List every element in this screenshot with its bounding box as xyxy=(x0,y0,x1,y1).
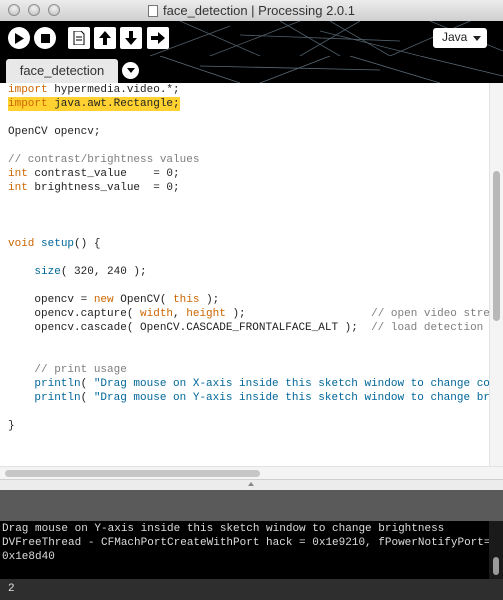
document-icon xyxy=(148,5,158,17)
console-scrollbar[interactable] xyxy=(489,521,503,579)
code-line: // print usage xyxy=(8,364,127,376)
resize-grip-icon xyxy=(248,482,254,486)
window-title-bar[interactable]: face_detection | Processing 2.0.1 xyxy=(0,0,503,22)
code-line: void setup() { xyxy=(8,238,101,250)
play-icon xyxy=(15,32,24,44)
code-line: opencv.cascade( OpenCV.CASCADE_FRONTALFA… xyxy=(8,322,484,334)
stop-icon xyxy=(40,33,50,43)
console-line: 0x1e8d40 xyxy=(2,551,55,563)
console[interactable]: Drag mouse on Y-axis inside this sketch … xyxy=(0,521,503,579)
console-scroll-thumb[interactable] xyxy=(493,557,499,575)
window-title-container: face_detection | Processing 2.0.1 xyxy=(0,3,503,18)
editor-horizontal-scrollbar[interactable] xyxy=(0,466,503,479)
code-line: import hypermedia.video.*; xyxy=(8,84,180,96)
code-line: int contrast_value = 0; xyxy=(8,168,180,180)
new-button[interactable] xyxy=(68,27,90,49)
message-area xyxy=(0,490,503,521)
chevron-down-icon xyxy=(126,68,135,73)
new-document-icon xyxy=(73,31,85,45)
save-button[interactable] xyxy=(120,27,142,49)
code-line-highlighted: import java.awt.Rectangle; xyxy=(8,97,180,111)
tab-menu-button[interactable] xyxy=(122,62,139,79)
code-line: OpenCV opencv; xyxy=(8,126,101,138)
code-line: println( "Drag mouse on Y-axis inside th… xyxy=(34,392,489,404)
arrow-up-icon xyxy=(99,31,111,45)
mode-selector[interactable]: Java xyxy=(433,28,487,48)
console-line: DVFreeThread - CFMachPortCreateWithPort … xyxy=(2,537,491,549)
window-title: face_detection | Processing 2.0.1 xyxy=(163,3,355,18)
toolbar: Java xyxy=(0,21,503,56)
tab-face-detection[interactable]: face_detection xyxy=(6,59,118,83)
console-split-handle[interactable] xyxy=(0,479,503,490)
code-line: println( "Drag mouse on X-axis inside th… xyxy=(34,378,489,390)
open-button[interactable] xyxy=(94,27,116,49)
console-line: Drag mouse on Y-axis inside this sketch … xyxy=(2,523,445,535)
chevron-down-icon xyxy=(473,36,481,41)
status-bar: 2 xyxy=(0,579,503,600)
editor-vertical-scroll-thumb[interactable] xyxy=(493,171,500,321)
export-button[interactable] xyxy=(147,27,169,49)
stop-button[interactable] xyxy=(34,27,56,49)
code-line: int brightness_value = 0; xyxy=(8,182,180,194)
code-editor[interactable]: import hypermedia.video.*; import java.a… xyxy=(0,83,503,466)
code-line: size( 320, 240 ); xyxy=(34,266,147,278)
tab-bar: face_detection xyxy=(0,56,503,83)
mode-label: Java xyxy=(442,30,468,44)
code-line: } xyxy=(8,420,15,432)
editor-horizontal-scroll-thumb[interactable] xyxy=(5,470,260,477)
run-button[interactable] xyxy=(8,27,30,49)
editor-vertical-scrollbar[interactable] xyxy=(489,83,503,466)
export-arrow-icon xyxy=(151,32,165,44)
line-number: 2 xyxy=(8,583,15,595)
arrow-down-icon xyxy=(125,31,137,45)
code-line: opencv.capture( width, height ); // open… xyxy=(8,308,489,320)
code-line: // contrast/brightness values xyxy=(8,154,200,166)
code-area[interactable]: import hypermedia.video.*; import java.a… xyxy=(0,83,489,466)
code-line: opencv = new OpenCV( this ); xyxy=(8,294,220,306)
